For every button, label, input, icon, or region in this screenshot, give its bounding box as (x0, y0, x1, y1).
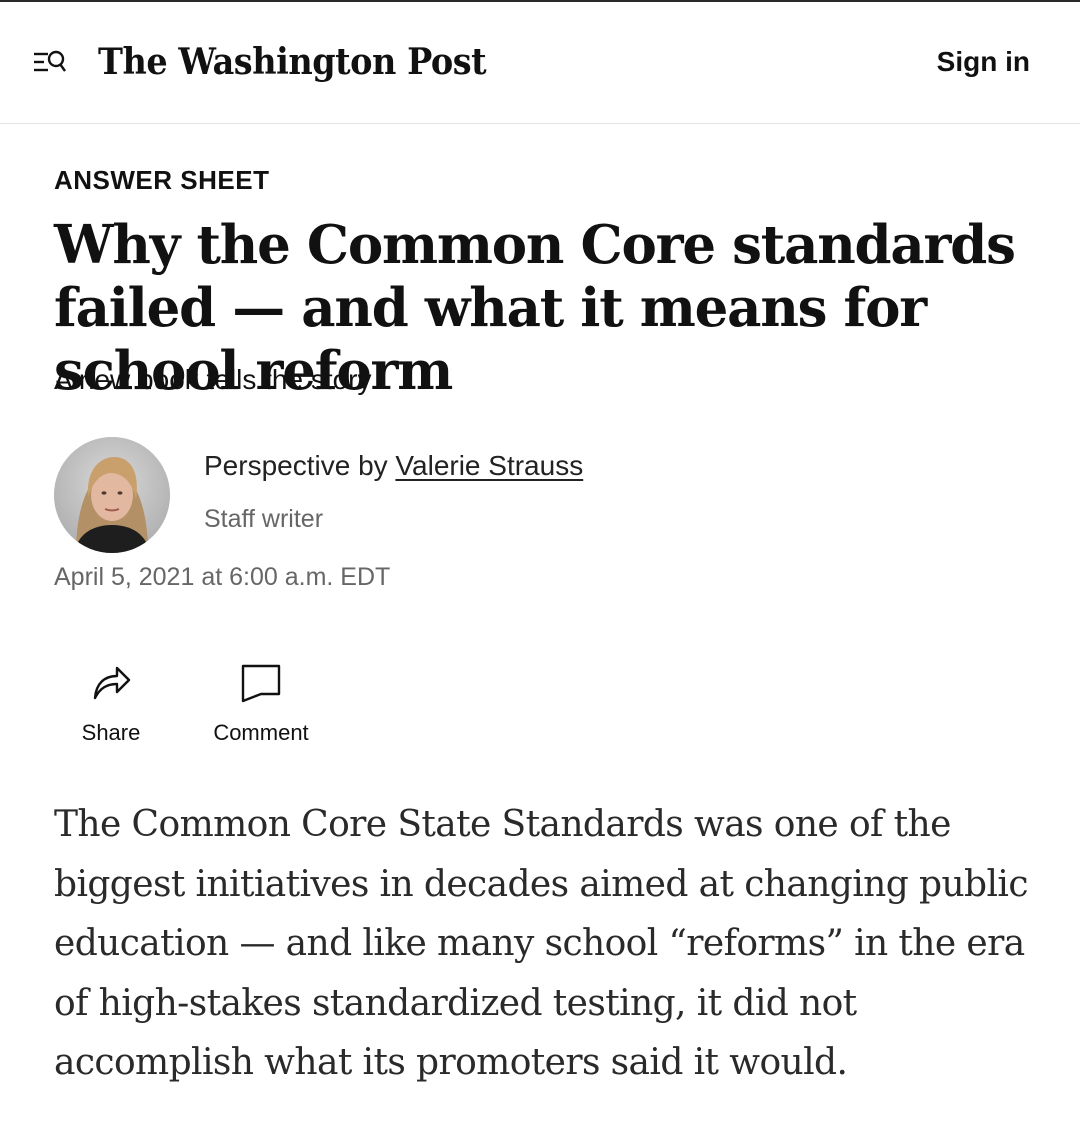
comment-button[interactable]: Comment (196, 660, 326, 752)
site-header: The Washington Post Sign in (0, 2, 1080, 124)
article-subheadline: A new book tells the story (54, 364, 372, 395)
section-kicker[interactable]: ANSWER SHEET (54, 165, 269, 196)
share-arrow-icon (89, 660, 133, 704)
publish-date: April 5, 2021 at 6:00 a.m. EDT (54, 563, 391, 591)
comment-label: Comment (213, 720, 309, 745)
article-body-paragraph: The Common Core State Standards was one … (54, 804, 1029, 1083)
author-role: Staff writer (204, 505, 324, 533)
menu-search-icon[interactable] (30, 44, 70, 80)
byline-prefix: Perspective by (204, 450, 396, 481)
site-logo[interactable]: The Washington Post (98, 32, 487, 92)
share-button[interactable]: Share (46, 660, 176, 752)
comment-bubble-icon (239, 660, 283, 704)
share-label: Share (81, 720, 141, 745)
author-avatar[interactable] (54, 437, 170, 553)
byline: Perspective by Valerie Strauss (204, 450, 583, 482)
author-link[interactable]: Valerie Strauss (395, 450, 583, 481)
sign-in-button[interactable]: Sign in (937, 42, 1030, 82)
